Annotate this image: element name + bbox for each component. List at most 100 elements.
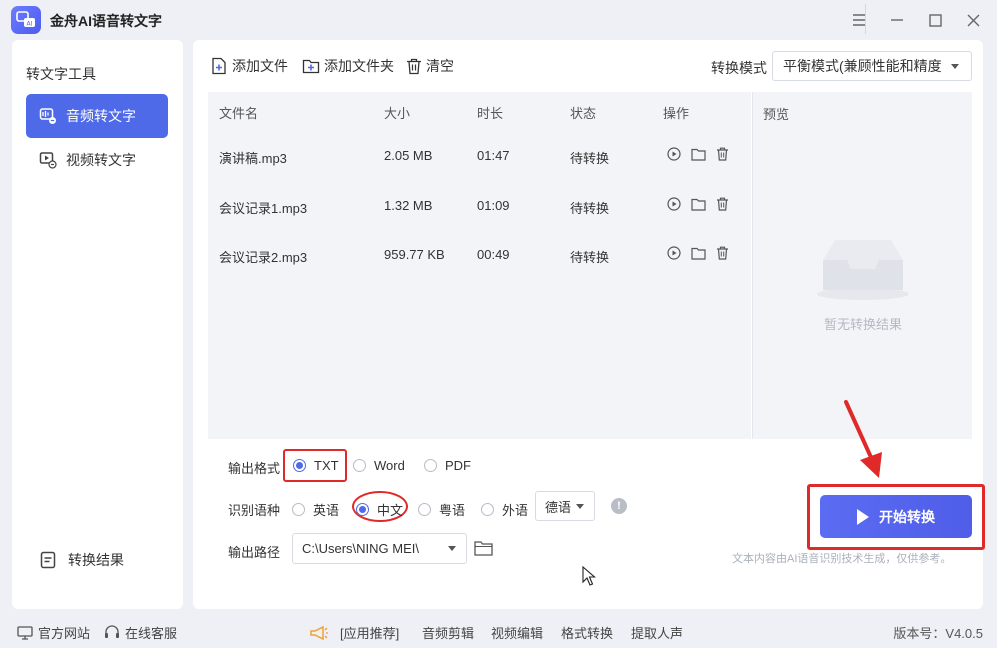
clear-label: 清空 bbox=[426, 58, 454, 74]
sidebar-item-audio-to-text[interactable]: 音频转文字 bbox=[26, 94, 168, 138]
play-icon[interactable] bbox=[666, 146, 682, 162]
recommend-label: [应用推荐] bbox=[340, 626, 400, 641]
start-convert-button[interactable]: 开始转换 bbox=[820, 495, 972, 538]
chevron-down-icon bbox=[951, 64, 959, 69]
play-icon bbox=[857, 508, 869, 525]
footer: 官方网站 在线客服 [应用推荐] 音频剪辑 视频编辑 格式转换 提取人声 版本号… bbox=[0, 614, 997, 648]
add-file-icon bbox=[212, 57, 226, 75]
main-panel: 添加文件 添加文件夹 清空 转换模式 平衡模式(兼顾性能和精度 文件名 大小 时… bbox=[193, 40, 985, 609]
play-icon[interactable] bbox=[666, 196, 682, 212]
recommend-link[interactable]: [应用推荐] bbox=[309, 623, 399, 642]
table-row[interactable]: 演讲稿.mp3 2.05 MB 01:47 待转换 bbox=[208, 132, 751, 180]
output-path-value: C:\Users\NING MEI\ bbox=[302, 541, 420, 556]
mode-label: 转换模式 bbox=[711, 60, 767, 76]
title-bar: AI 金舟AI语音转文字 bbox=[0, 0, 997, 40]
footer-link-format-convert[interactable]: 格式转换 bbox=[561, 623, 613, 642]
file-status: 待转换 bbox=[570, 151, 610, 166]
file-table: 文件名 大小 时长 状态 操作 演讲稿.mp3 2.05 MB 01:47 待转… bbox=[208, 92, 751, 439]
radio-dot bbox=[481, 503, 494, 516]
info-icon[interactable]: ! bbox=[611, 498, 627, 514]
foreign-language-select[interactable]: 德语 bbox=[535, 491, 595, 521]
sidebar-item-results[interactable]: 转换结果 bbox=[26, 550, 124, 570]
radio-label: 粤语 bbox=[439, 503, 466, 518]
header-filename: 文件名 bbox=[219, 105, 259, 121]
file-duration: 01:47 bbox=[477, 148, 510, 163]
header-size: 大小 bbox=[384, 105, 411, 121]
radio-dot bbox=[353, 459, 366, 472]
folder-icon[interactable] bbox=[690, 196, 706, 212]
language-label: 识别语种 bbox=[228, 503, 281, 518]
radio-english[interactable]: 英语 bbox=[292, 500, 339, 519]
radio-dot bbox=[424, 459, 437, 472]
empty-text: 暂无转换结果 bbox=[823, 317, 902, 332]
mode-select[interactable]: 平衡模式(兼顾性能和精度 bbox=[772, 51, 972, 81]
browse-folder-icon[interactable] bbox=[474, 540, 493, 559]
close-icon[interactable] bbox=[959, 8, 987, 32]
website-link[interactable]: 官方网站 bbox=[17, 623, 90, 642]
sidebar: 转文字工具 音频转文字 视频转文字 转换结果 bbox=[12, 40, 183, 609]
radio-label: TXT bbox=[314, 458, 339, 473]
output-format-label: 输出格式 bbox=[228, 461, 281, 476]
file-size: 959.77 KB bbox=[384, 247, 445, 262]
clear-button[interactable]: 清空 bbox=[406, 56, 454, 76]
add-folder-icon bbox=[302, 59, 320, 73]
preview-title: 预览 bbox=[763, 107, 790, 122]
chevron-down-icon bbox=[576, 504, 584, 509]
folder-icon[interactable] bbox=[690, 146, 706, 162]
file-status: 待转换 bbox=[570, 201, 610, 216]
radio-pdf[interactable]: PDF bbox=[424, 458, 471, 473]
radio-cantonese[interactable]: 粤语 bbox=[418, 500, 465, 519]
add-folder-button[interactable]: 添加文件夹 bbox=[302, 56, 394, 76]
radio-dot bbox=[293, 459, 306, 472]
radio-foreign[interactable]: 外语 bbox=[481, 500, 528, 519]
table-header: 文件名 大小 时长 状态 操作 bbox=[208, 92, 751, 132]
radio-label: 外语 bbox=[502, 503, 529, 518]
empty-inbox-icon bbox=[817, 240, 909, 300]
radio-dot bbox=[418, 503, 431, 516]
footer-link-extract-vocals[interactable]: 提取人声 bbox=[631, 623, 683, 642]
row-actions bbox=[666, 245, 730, 261]
add-file-button[interactable]: 添加文件 bbox=[211, 56, 288, 76]
mode-select-value: 平衡模式(兼顾性能和精度 bbox=[783, 58, 942, 74]
footer-link-audio-edit[interactable]: 音频剪辑 bbox=[422, 623, 474, 642]
sidebar-item-video-to-text[interactable]: 视频转文字 bbox=[26, 138, 168, 182]
support-link[interactable]: 在线客服 bbox=[104, 623, 177, 642]
app-title: 金舟AI语音转文字 bbox=[50, 13, 162, 29]
footer-link-video-edit[interactable]: 视频编辑 bbox=[491, 623, 543, 642]
delete-icon[interactable] bbox=[714, 196, 730, 212]
app-logo-icon: AI bbox=[11, 6, 41, 34]
radio-chinese[interactable]: 中文 bbox=[356, 500, 403, 519]
header-duration: 时长 bbox=[477, 105, 504, 121]
delete-icon[interactable] bbox=[714, 245, 730, 261]
row-actions bbox=[666, 196, 730, 212]
file-name: 会议记录2.mp3 bbox=[219, 250, 308, 265]
menu-icon[interactable] bbox=[845, 8, 873, 32]
monitor-icon bbox=[17, 625, 33, 640]
megaphone-icon bbox=[310, 625, 328, 640]
video-text-icon bbox=[38, 150, 58, 170]
delete-icon[interactable] bbox=[714, 146, 730, 162]
output-path-select[interactable]: C:\Users\NING MEI\ bbox=[292, 533, 467, 564]
maximize-icon[interactable] bbox=[921, 8, 949, 32]
play-icon[interactable] bbox=[666, 245, 682, 261]
minimize-icon[interactable] bbox=[883, 8, 911, 32]
add-file-label: 添加文件 bbox=[232, 58, 288, 74]
sidebar-title: 转文字工具 bbox=[26, 66, 96, 82]
file-size: 1.32 MB bbox=[384, 198, 433, 213]
add-folder-label: 添加文件夹 bbox=[324, 58, 394, 74]
table-row[interactable]: 会议记录2.mp3 959.77 KB 00:49 待转换 bbox=[208, 231, 751, 279]
radio-dot bbox=[356, 503, 369, 516]
radio-txt[interactable]: TXT bbox=[293, 458, 339, 473]
radio-word[interactable]: Word bbox=[353, 458, 405, 473]
foreign-language-value: 德语 bbox=[545, 499, 572, 515]
folder-icon[interactable] bbox=[690, 245, 706, 261]
file-status: 待转换 bbox=[570, 250, 610, 265]
file-name: 演讲稿.mp3 bbox=[219, 151, 287, 166]
radio-dot bbox=[292, 503, 305, 516]
sidebar-results-label: 转换结果 bbox=[68, 552, 124, 568]
chevron-down-icon bbox=[448, 546, 456, 551]
mouse-cursor-icon bbox=[582, 566, 596, 586]
document-icon bbox=[38, 550, 58, 570]
table-row[interactable]: 会议记录1.mp3 1.32 MB 01:09 待转换 bbox=[208, 182, 751, 230]
header-actions: 操作 bbox=[663, 105, 690, 121]
